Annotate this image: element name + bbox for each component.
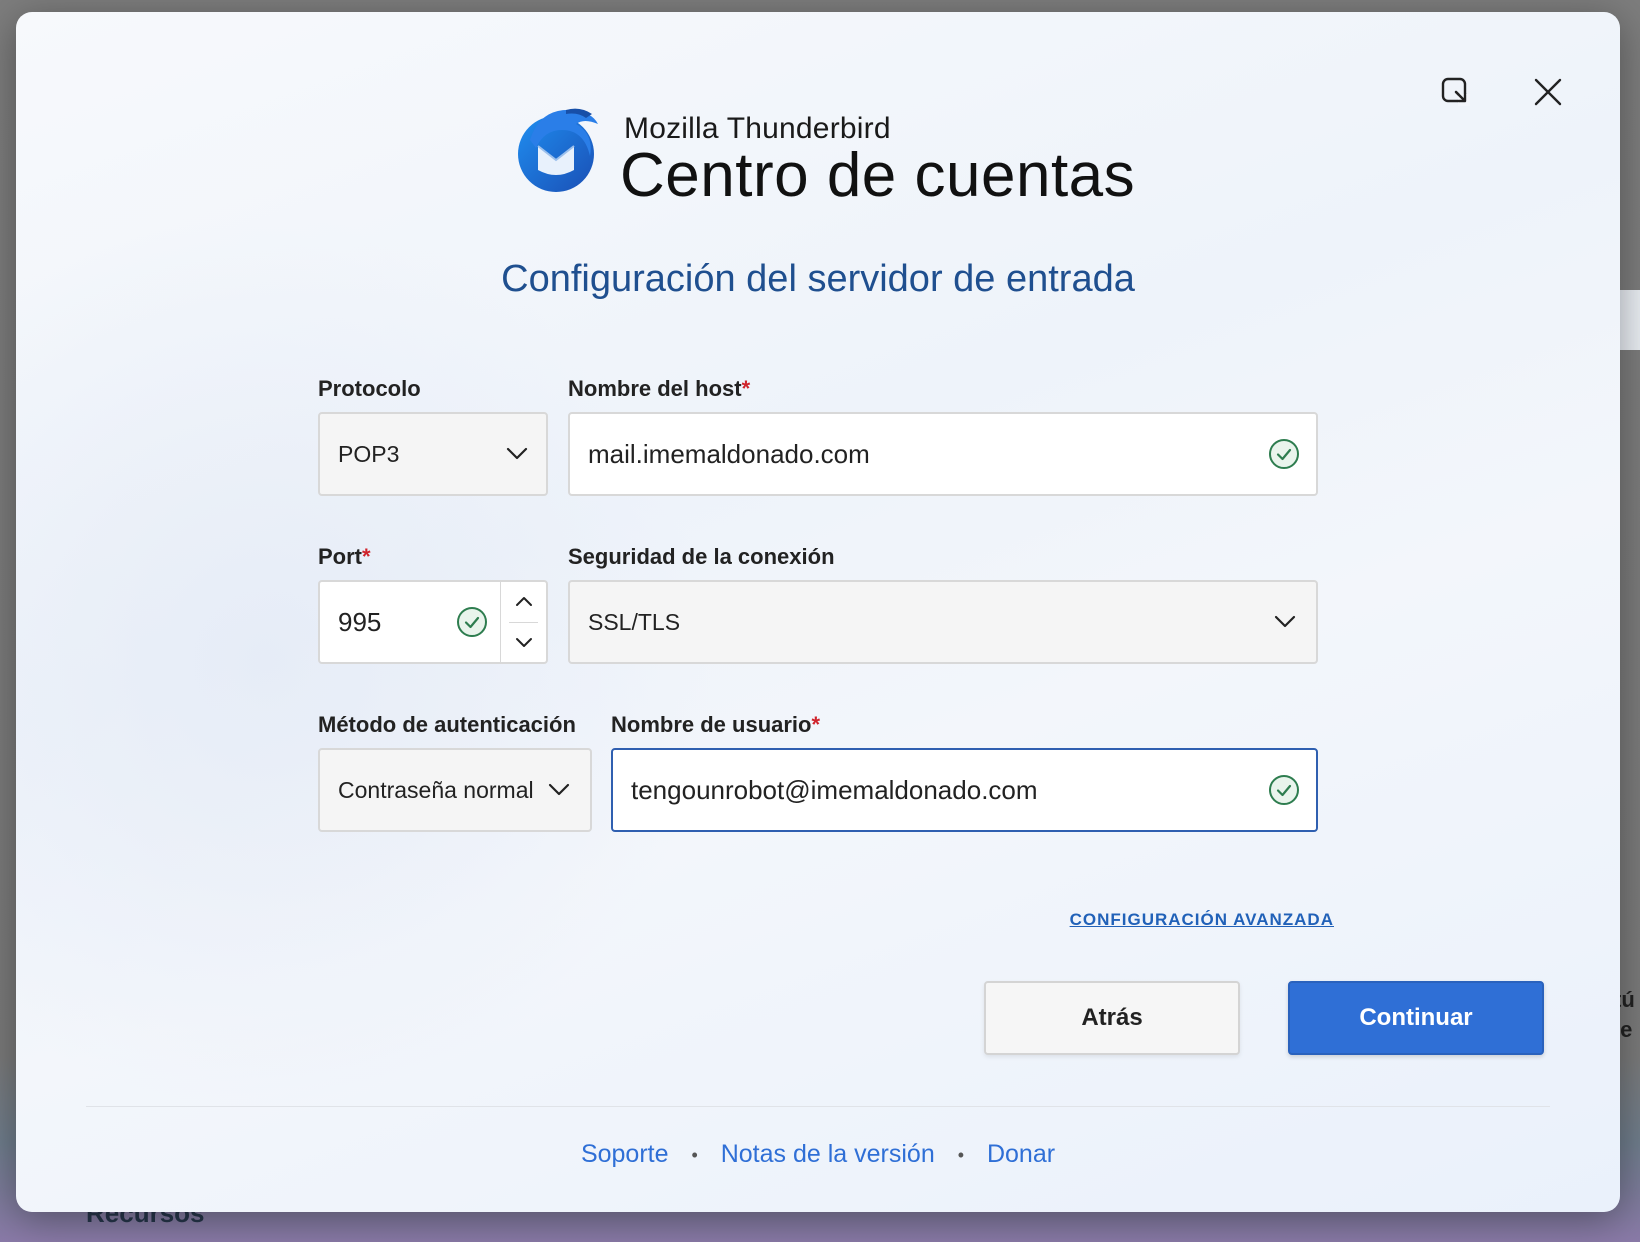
port-label: Port* — [318, 544, 371, 570]
brand-header: Mozilla Thunderbird Centro de cuentas — [510, 94, 1150, 214]
valid-check-icon — [1269, 775, 1299, 805]
chevron-down-icon — [506, 447, 528, 460]
username-label: Nombre de usuario* — [611, 712, 820, 738]
auth-method-select[interactable]: Contraseña normal — [318, 748, 592, 832]
continue-button[interactable]: Continuar — [1288, 981, 1544, 1055]
auth-method-value: Contraseña normal — [338, 776, 534, 803]
required-marker: * — [811, 712, 821, 737]
footer-links: Soporte • Notas de la versión • Donar — [16, 1140, 1620, 1169]
username-value: tengounrobot@imemaldonado.com — [631, 774, 1038, 805]
protocol-select[interactable]: POP3 — [318, 412, 548, 496]
footer-divider — [86, 1106, 1550, 1107]
support-link[interactable]: Soporte — [581, 1140, 669, 1168]
port-decrement-button[interactable] — [501, 622, 547, 662]
hostname-input[interactable]: mail.imemaldonado.com — [568, 412, 1318, 496]
hostname-value: mail.imemaldonado.com — [588, 438, 870, 469]
back-button[interactable]: Atrás — [984, 981, 1240, 1055]
security-label: Seguridad de la conexión — [568, 544, 835, 569]
hostname-label: Nombre del host* — [568, 376, 750, 402]
advanced-config-link[interactable]: CONFIGURACIÓN AVANZADA — [1054, 910, 1334, 930]
hostname-label-text: Nombre del host — [568, 376, 742, 401]
valid-check-icon — [1269, 439, 1299, 469]
valid-check-icon — [457, 607, 487, 637]
port-input[interactable]: 995 — [318, 580, 548, 664]
required-marker: * — [741, 376, 751, 401]
security-select[interactable]: SSL/TLS — [568, 580, 1318, 664]
chevron-down-icon — [516, 638, 532, 647]
page-heading: Centro de cuentas — [620, 141, 1136, 210]
chevron-up-icon — [516, 597, 532, 606]
footer-separator: • — [957, 1144, 964, 1165]
account-hub-dialog: Mozilla Thunderbird Centro de cuentas Co… — [16, 12, 1620, 1212]
release-notes-link[interactable]: Notas de la versión — [721, 1140, 935, 1168]
chevron-down-icon — [1274, 615, 1296, 628]
protocol-label: Protocolo — [318, 376, 421, 401]
port-stepper — [500, 582, 546, 662]
port-label-text: Port — [318, 544, 362, 569]
username-label-text: Nombre de usuario — [611, 712, 812, 737]
auth-method-label: Método de autenticación — [318, 712, 576, 737]
resize-window-icon[interactable] — [1434, 70, 1478, 114]
protocol-value: POP3 — [338, 440, 400, 467]
security-value: SSL/TLS — [588, 608, 681, 635]
thunderbird-logo — [518, 108, 598, 192]
donate-link[interactable]: Donar — [987, 1140, 1055, 1168]
footer-separator: • — [691, 1144, 698, 1165]
required-marker: * — [362, 544, 371, 569]
close-icon[interactable] — [1526, 70, 1570, 114]
chevron-down-icon — [548, 783, 570, 796]
port-value: 995 — [338, 606, 382, 637]
section-title: Configuración del servidor de entrada — [501, 258, 1135, 300]
port-increment-button[interactable] — [501, 582, 547, 622]
username-input[interactable]: tengounrobot@imemaldonado.com — [611, 748, 1318, 832]
